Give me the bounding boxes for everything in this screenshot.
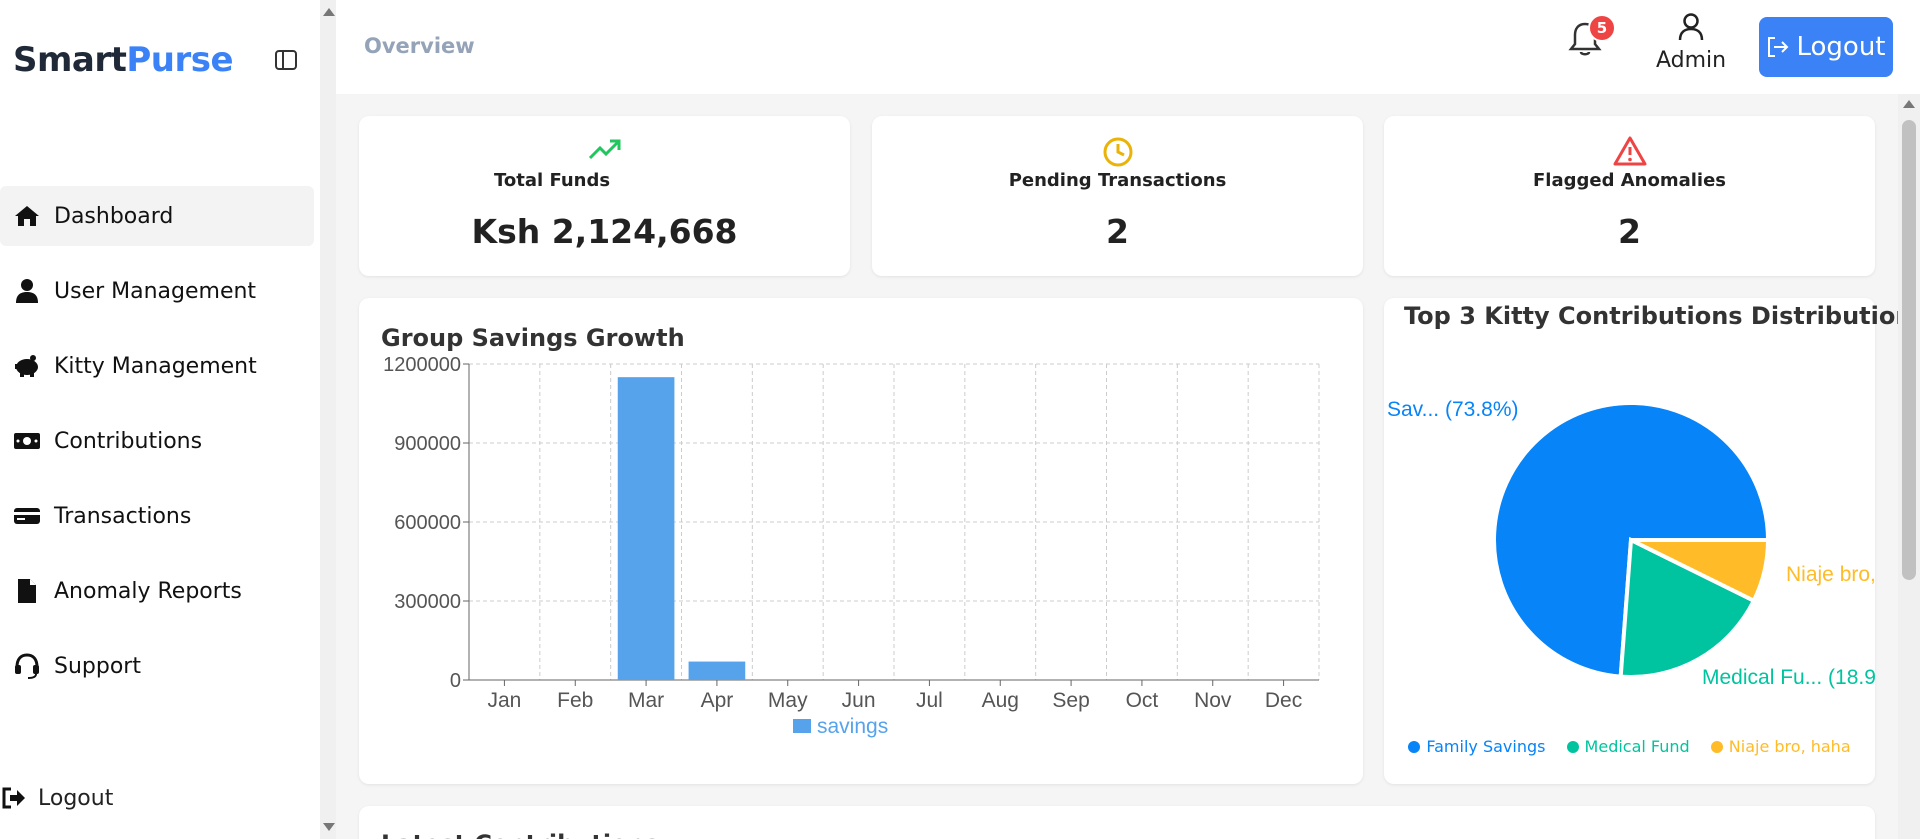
pie-label: Medical Fu... (18.9%) xyxy=(1702,666,1875,689)
notification-badge: 5 xyxy=(1588,14,1616,42)
warning-triangle-icon xyxy=(1613,136,1647,170)
stat-title: Pending Transactions xyxy=(1008,170,1227,191)
user-icon xyxy=(1678,13,1704,41)
sidebar: SmartPurse Dashboard User Management Kit… xyxy=(0,0,320,839)
legend-label: Niaje bro, haha xyxy=(1728,737,1851,756)
pie-legend: Family Savings Medical Fund Niaje bro, h… xyxy=(1384,737,1875,757)
x-tick-label: Oct xyxy=(1126,689,1159,712)
legend-dot xyxy=(1566,740,1579,753)
sidebar-nav: Dashboard User Management Kitty Manageme… xyxy=(0,186,314,711)
sidebar-logout-label: Logout xyxy=(38,785,114,811)
sidebar-item-label: Dashboard xyxy=(54,203,174,229)
stat-card-pending-transactions: Pending Transactions 2 xyxy=(872,116,1363,276)
y-tick-label: 300000 xyxy=(394,591,461,613)
top-header: Overview 5 Admin Logout xyxy=(336,0,1920,94)
home-icon xyxy=(12,201,42,231)
sidebar-item-kitty-management[interactable]: Kitty Management xyxy=(0,336,314,396)
x-tick-label: Jul xyxy=(916,689,943,712)
sidebar-scrollbar[interactable] xyxy=(320,0,336,839)
stat-card-total-funds: Total Funds Ksh 2,124,668 xyxy=(359,116,850,276)
pie-label: Sav... (73.8%) xyxy=(1387,398,1519,421)
bar[interactable] xyxy=(617,377,675,680)
sidebar-item-anomaly-reports[interactable]: Anomaly Reports xyxy=(0,561,314,621)
stat-value: 2 xyxy=(1618,212,1641,251)
y-tick-label: 900000 xyxy=(394,433,461,455)
y-tick-label: 1200000 xyxy=(383,354,461,376)
user-icon xyxy=(12,276,42,306)
legend-item[interactable]: Medical Fund xyxy=(1566,737,1690,756)
x-tick-label: Feb xyxy=(557,689,593,712)
stat-value: Ksh 2,124,668 xyxy=(471,212,738,251)
header-logout-button[interactable]: Logout xyxy=(1759,17,1893,77)
x-tick-label: Sep xyxy=(1052,689,1089,712)
sidebar-item-label: Support xyxy=(54,653,141,679)
sidebar-item-dashboard[interactable]: Dashboard xyxy=(0,186,314,246)
sidebar-item-label: User Management xyxy=(54,278,257,304)
pie-label: Niaje bro, haha (7.3%) xyxy=(1786,563,1875,586)
x-tick-label: Apr xyxy=(701,689,734,712)
stat-title: Flagged Anomalies xyxy=(1532,170,1727,191)
money-bill-icon xyxy=(12,426,42,456)
legend-item[interactable]: Niaje bro, haha xyxy=(1710,737,1851,756)
stat-value: 2 xyxy=(1106,212,1129,251)
sidebar-item-label: Anomaly Reports xyxy=(54,578,242,604)
trending-up-icon xyxy=(588,136,622,166)
y-tick-label: 0 xyxy=(450,670,461,692)
legend-label: Family Savings xyxy=(1426,737,1546,756)
sidebar-logout-button[interactable]: Logout xyxy=(0,784,113,812)
x-tick-label: Nov xyxy=(1194,689,1232,712)
main-scrollbar[interactable] xyxy=(1898,94,1920,839)
header-logout-label: Logout xyxy=(1796,32,1886,62)
scrollbar-thumb[interactable] xyxy=(1902,120,1916,580)
x-tick-label: Aug xyxy=(982,689,1019,712)
sidebar-item-support[interactable]: Support xyxy=(0,636,314,696)
stat-title: Total Funds xyxy=(494,170,611,191)
app-logo[interactable]: SmartPurse xyxy=(13,40,234,80)
sidebar-item-transactions[interactable]: Transactions xyxy=(0,486,314,546)
piggy-bank-icon xyxy=(12,351,42,381)
sidebar-item-user-management[interactable]: User Management xyxy=(0,261,314,321)
contributions-pie-chart: Sav... (73.8%) Medical Fu... (18.9%) Niaje… xyxy=(1387,398,1875,689)
logout-icon xyxy=(0,784,28,812)
x-tick-label: Dec xyxy=(1265,689,1302,712)
x-tick-label: Jun xyxy=(842,689,876,712)
savings-bar-chart: 0 300000 600000 900000 1200000 Jan Feb Mar Apr Ma… xyxy=(383,354,1320,738)
legend-swatch xyxy=(793,719,811,733)
sidebar-item-label: Transactions xyxy=(54,503,192,529)
y-tick-label: 600000 xyxy=(394,512,461,534)
clock-icon xyxy=(1102,136,1134,172)
credit-card-icon xyxy=(12,501,42,531)
sidebar-item-label: Kitty Management xyxy=(54,353,257,379)
sidebar-toggle-icon[interactable] xyxy=(274,48,298,72)
x-tick-label: May xyxy=(768,689,808,712)
logout-icon xyxy=(1768,37,1789,57)
scroll-up-icon[interactable] xyxy=(323,8,335,16)
headset-icon xyxy=(12,651,42,681)
legend-label: Medical Fund xyxy=(1584,737,1690,756)
legend-dot xyxy=(1710,740,1723,753)
legend-label[interactable]: savings xyxy=(817,715,888,738)
bar[interactable] xyxy=(688,661,746,680)
user-menu[interactable]: Admin xyxy=(1646,12,1736,73)
scroll-down-icon[interactable] xyxy=(323,823,335,831)
x-tick-label: Jan xyxy=(487,689,521,712)
section-title: Latest Contributions xyxy=(381,830,659,839)
stat-card-flagged-anomalies: Flagged Anomalies 2 xyxy=(1384,116,1875,276)
legend-item[interactable]: Family Savings xyxy=(1408,737,1545,756)
legend-dot xyxy=(1408,740,1421,753)
user-label: Admin xyxy=(1655,48,1727,73)
page-title: Overview xyxy=(364,34,475,58)
latest-contributions-card: Latest Contributions xyxy=(359,806,1875,839)
sidebar-item-contributions[interactable]: Contributions xyxy=(0,411,314,471)
x-tick-label: Mar xyxy=(628,689,664,712)
scroll-up-icon[interactable] xyxy=(1903,100,1915,108)
sidebar-item-label: Contributions xyxy=(54,428,203,454)
file-icon xyxy=(12,576,42,606)
